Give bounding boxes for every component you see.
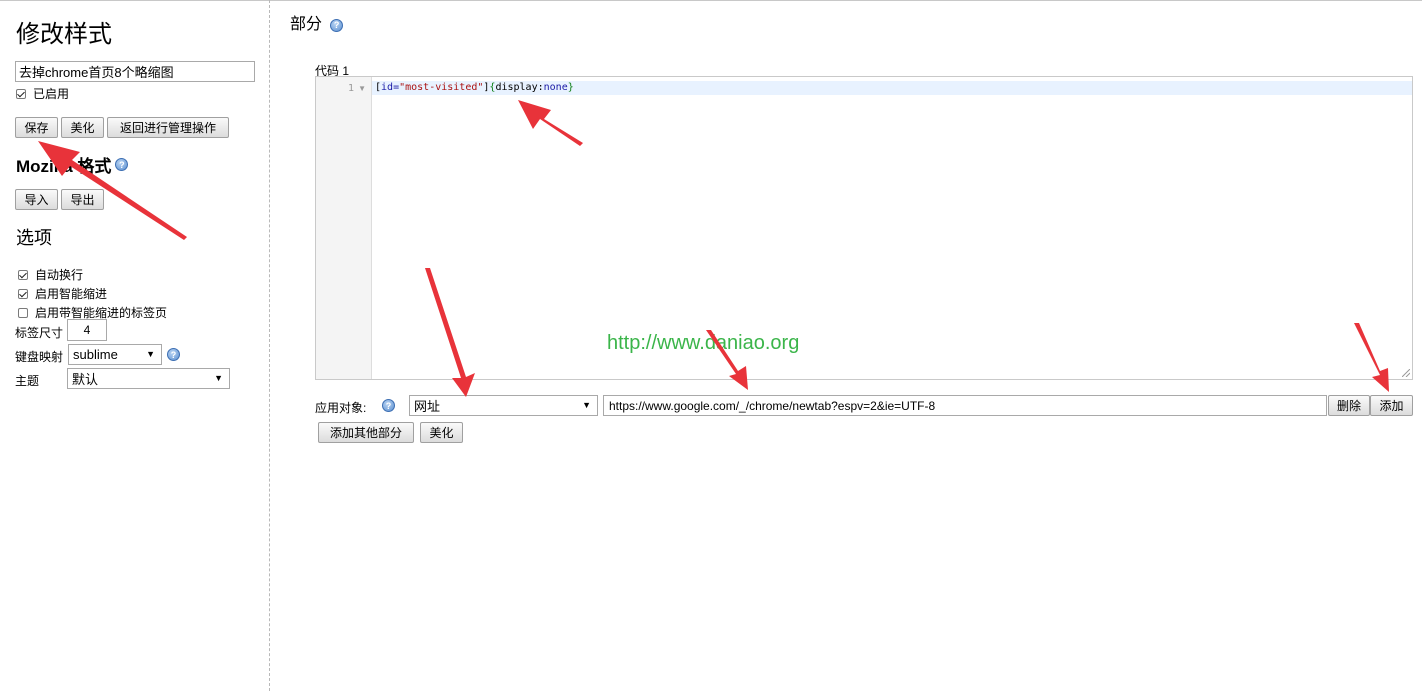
option-label: 自动换行 (35, 268, 84, 282)
line-number: 1 (347, 83, 354, 94)
code-token: display (495, 82, 538, 93)
section-title: 部分 (290, 14, 323, 33)
code-token: id= (381, 82, 400, 93)
mozilla-format-heading: Mozilla 格式 ? (16, 152, 129, 177)
code-token: } (567, 82, 574, 93)
option-word-wrap[interactable]: 自动换行 (18, 266, 83, 283)
editor-gutter: 1 ▼ (316, 77, 372, 379)
code-line[interactable]: [id="most-visited"]{display:none} (375, 82, 574, 93)
option-checkbox[interactable] (18, 269, 28, 280)
save-button[interactable]: 保存 (15, 117, 58, 138)
tab-size-input[interactable]: 4 (67, 319, 107, 341)
add-button[interactable]: 添加 (1370, 395, 1413, 416)
option-checkbox[interactable] (18, 288, 28, 299)
chevron-down-icon: ▼ (146, 349, 155, 359)
option-smart-indent[interactable]: 启用智能缩进 (18, 285, 107, 302)
tab-size-label: 标签尺寸 (15, 326, 64, 340)
resize-handle-icon[interactable] (1402, 369, 1410, 377)
enabled-label: 已启用 (33, 87, 70, 101)
option-label: 启用智能缩进 (35, 287, 108, 301)
options-heading: 选项 (16, 228, 52, 249)
apply-to-label: 应用对象: (315, 401, 367, 415)
enabled-toggle[interactable]: 已启用 (16, 85, 69, 102)
beautify-button[interactable]: 美化 (61, 117, 104, 138)
theme-label: 主题 (15, 374, 40, 388)
theme-select[interactable]: 默认 ▼ (67, 368, 230, 389)
apply-type-select[interactable]: 网址 ▼ (409, 395, 598, 416)
code-editor[interactable]: 1 ▼ [id="most-visited"]{display:none} (315, 76, 1413, 380)
apply-type-value: 网址 (414, 399, 441, 414)
help-icon[interactable]: ? (330, 18, 344, 32)
watermark-text: http://www.daniao.org (607, 332, 800, 354)
page-title: 修改样式 (16, 20, 112, 48)
apply-url-input[interactable]: https://www.google.com/_/chrome/newtab?e… (603, 395, 1327, 416)
section-heading: 部分 ? (290, 10, 344, 34)
add-other-section-button[interactable]: 添加其他部分 (318, 422, 414, 443)
option-checkbox[interactable] (18, 307, 28, 318)
sidebar: 修改样式 已启用 保存 美化 返回进行管理操作 Mozilla 格式 ? 导入 … (0, 0, 270, 691)
import-button[interactable]: 导入 (15, 189, 58, 210)
style-name-input[interactable] (15, 61, 255, 82)
chevron-down-icon: ▼ (582, 400, 591, 410)
keymap-value: sublime (73, 347, 118, 362)
fold-arrow-icon[interactable]: ▼ (358, 84, 366, 93)
help-icon[interactable]: ? (115, 158, 129, 171)
export-button[interactable]: 导出 (61, 189, 104, 210)
mozilla-format-title: Mozilla 格式 (16, 157, 112, 176)
theme-value: 默认 (72, 372, 99, 387)
back-to-manage-button[interactable]: 返回进行管理操作 (107, 117, 229, 138)
delete-button[interactable]: 删除 (1328, 395, 1370, 416)
keymap-select[interactable]: sublime ▼ (68, 344, 162, 365)
help-icon[interactable]: ? (382, 399, 395, 412)
code-token: none (543, 82, 568, 93)
chevron-down-icon: ▼ (214, 373, 223, 383)
help-icon[interactable]: ? (167, 348, 180, 361)
enabled-checkbox[interactable] (16, 88, 26, 99)
beautify-section-button[interactable]: 美化 (420, 422, 463, 443)
keymap-label: 键盘映射 (15, 350, 64, 364)
code-token: "most-visited" (399, 82, 484, 93)
